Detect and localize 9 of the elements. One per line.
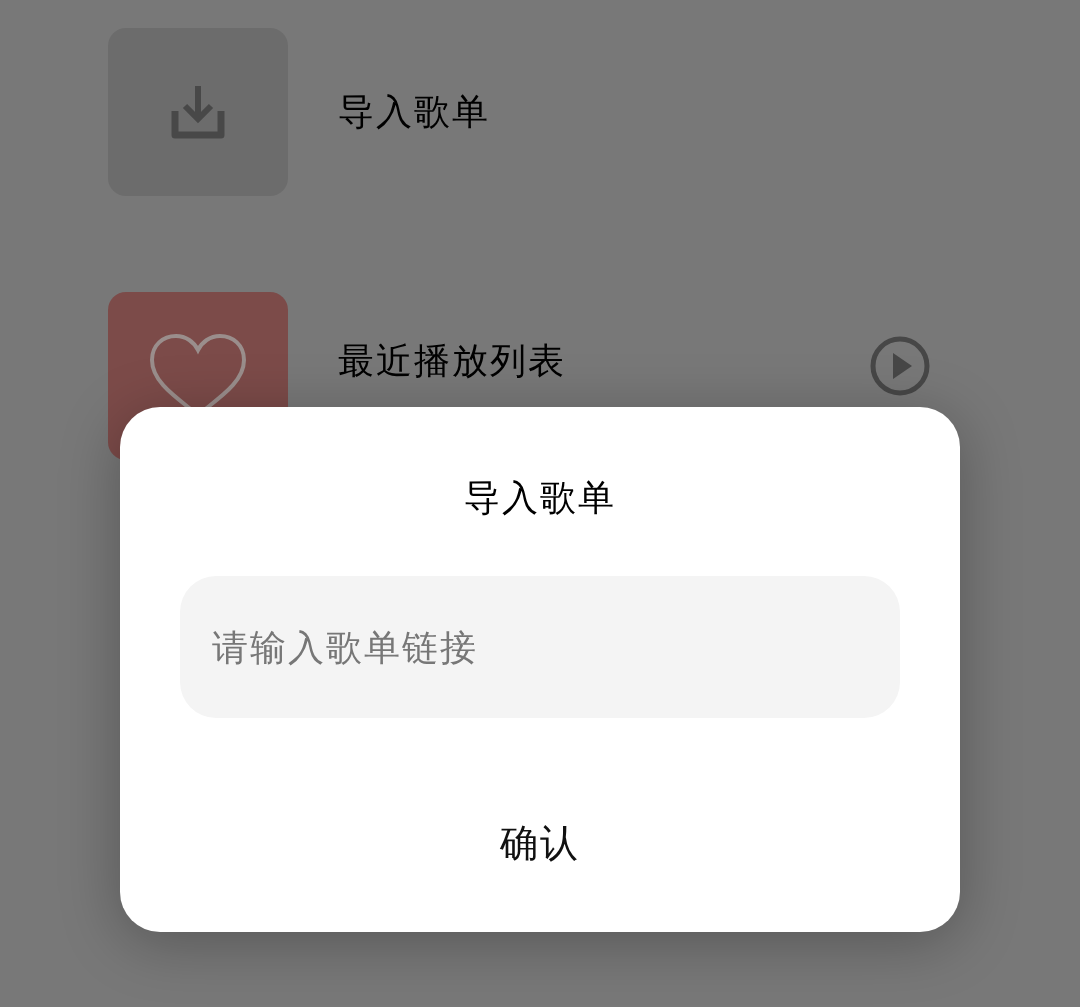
dialog-title: 导入歌单	[464, 478, 616, 518]
link-input-field[interactable]: 请输入歌单链接	[180, 576, 900, 718]
play-icon	[870, 336, 930, 396]
confirm-button[interactable]: 确认	[180, 783, 900, 903]
play-button[interactable]	[870, 336, 930, 396]
playlist-title: 导入歌单	[338, 90, 490, 134]
import-tile[interactable]	[108, 28, 288, 196]
playlist-title: 最近播放列表	[338, 339, 566, 383]
download-icon	[170, 84, 226, 140]
